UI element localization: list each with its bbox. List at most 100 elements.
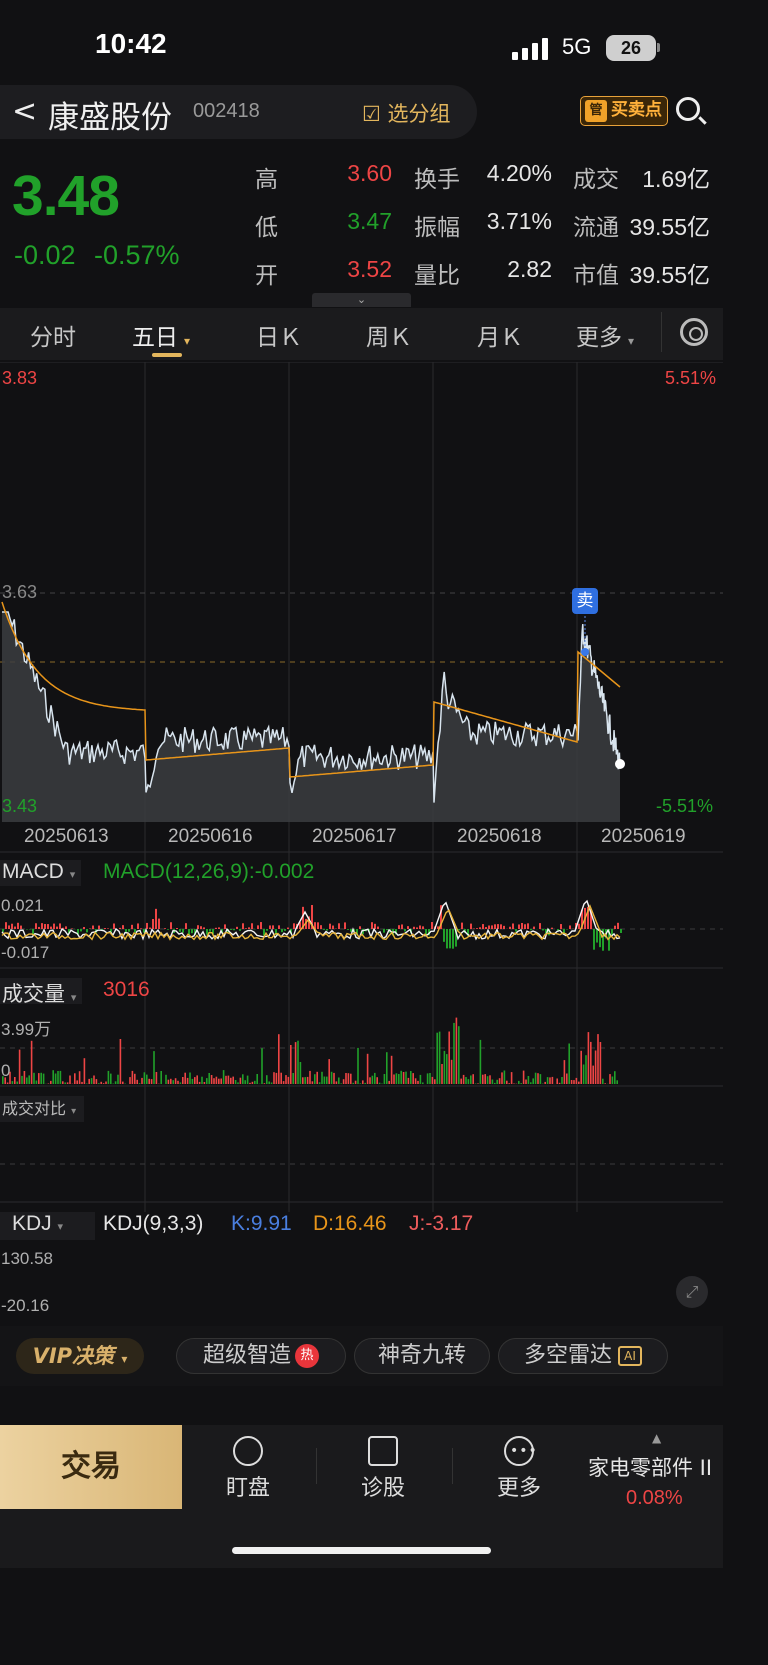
volume-bar: [410, 1071, 412, 1084]
volume-bar: [33, 1072, 35, 1084]
macd-bar: [371, 922, 373, 929]
macd-bar: [401, 924, 403, 929]
macd-bar: [2, 929, 4, 932]
volume-bar: [328, 1059, 330, 1084]
back-icon[interactable]: <: [12, 94, 37, 129]
volume-bar: [330, 1071, 333, 1084]
volume-bar: [482, 1074, 484, 1084]
volume-bar: [117, 1074, 119, 1084]
tab-intraday[interactable]: 分时: [30, 318, 76, 352]
battery-icon: 26: [606, 35, 656, 61]
more-button[interactable]: ••• 更多: [494, 1436, 544, 1502]
volume-bar: [182, 1077, 184, 1084]
fullscreen-icon[interactable]: ⤢: [676, 1276, 708, 1308]
amount-value: 1.69亿: [642, 166, 710, 192]
macd-bar: [131, 924, 133, 929]
volume-bar: [210, 1075, 213, 1084]
macd-bar: [449, 929, 451, 949]
volume-bar: [314, 1074, 316, 1084]
search-icon[interactable]: [676, 97, 700, 121]
sector-name[interactable]: 家电零部件 II: [588, 1452, 712, 1482]
macd-bar: [170, 922, 172, 929]
macd-bar: [8, 925, 10, 929]
volume-selector[interactable]: 成交量 ▾: [0, 978, 83, 1006]
volume-bar: [594, 1050, 597, 1084]
macd-bar: [482, 924, 484, 929]
volume-bar: [59, 1070, 62, 1084]
tab-daily-k[interactable]: 日Ｋ: [256, 318, 302, 352]
macd-bar: [104, 928, 106, 929]
macd-bar: [197, 925, 199, 929]
amount-label: 成交: [573, 167, 619, 193]
select-group-button[interactable]: ☑ 选分组: [362, 98, 451, 128]
volume-bar: [520, 1083, 522, 1084]
macd-bar: [218, 927, 220, 929]
volume-bar: [566, 1073, 568, 1084]
macd-bar: [92, 925, 94, 929]
macd-bar: [134, 929, 136, 933]
macd-bar: [485, 927, 487, 929]
vip-decision-button[interactable]: VIP决策 ▾: [16, 1338, 144, 1374]
sell-marker[interactable]: 卖: [572, 588, 598, 614]
volume-bar: [47, 1083, 50, 1084]
buy-sell-points-button[interactable]: 管买卖点: [580, 96, 668, 126]
volume-bar: [532, 1078, 534, 1084]
volume-bar: [402, 1072, 405, 1084]
macd-bar: [14, 926, 16, 929]
macd-bar: [269, 925, 271, 929]
volume-bar: [458, 1026, 460, 1084]
volume-bar: [141, 1077, 143, 1084]
volume-bar: [434, 1079, 436, 1084]
diagnose-button[interactable]: 诊股: [358, 1436, 408, 1502]
macd-bar: [128, 929, 130, 932]
chart-area[interactable]: [0, 362, 723, 1212]
volume-bar: [537, 1073, 539, 1084]
caret-down-icon: ▾: [70, 992, 77, 1004]
super-manufacture-button[interactable]: 超级智造热: [176, 1338, 346, 1374]
macd-bar: [224, 924, 226, 929]
volume-bar: [266, 1075, 268, 1084]
price-change-pct: -0.57%: [94, 240, 180, 270]
volume-bar: [359, 1083, 362, 1084]
chevron-up-icon[interactable]: ▲: [652, 1431, 661, 1445]
macd-selector[interactable]: MACD ▾: [0, 860, 82, 886]
volume-bar: [196, 1075, 198, 1084]
compare-selector[interactable]: 成交对比 ▾: [0, 1096, 85, 1122]
tab-monthly-k[interactable]: 月Ｋ: [477, 318, 523, 352]
expand-chevron-icon[interactable]: ⌄: [312, 293, 411, 307]
tab-weekly-k[interactable]: 周Ｋ: [366, 318, 412, 352]
tab-five-day[interactable]: 五日 ▾: [132, 318, 190, 352]
volume-bar: [119, 1039, 122, 1084]
volume-bar: [280, 1072, 282, 1084]
volume-bar: [568, 1043, 570, 1084]
macd-bar: [470, 923, 472, 929]
volume-bar: [474, 1083, 477, 1084]
volume-bar: [282, 1081, 285, 1084]
volume-bar: [40, 1072, 42, 1084]
kdj-k: K:9.91: [231, 1212, 292, 1235]
trade-button[interactable]: 交易: [0, 1425, 182, 1509]
volume-bar: [556, 1078, 558, 1084]
stock-name: 康盛股份: [48, 100, 172, 136]
volume-ratio-value: 2.82: [507, 256, 552, 282]
kdj-y-min: -20.16: [1, 1296, 50, 1315]
macd-bar: [239, 929, 241, 931]
volume-bar: [50, 1080, 52, 1084]
volume-bar: [354, 1080, 357, 1084]
watch-button[interactable]: 盯盘: [223, 1436, 273, 1502]
magic-nine-button[interactable]: 神奇九转: [354, 1338, 490, 1374]
volume-bar: [453, 1022, 455, 1084]
turnover-value: 4.20%: [486, 160, 552, 186]
volume-bar: [527, 1076, 530, 1084]
bull-bear-radar-button[interactable]: 多空雷达 AI: [498, 1338, 668, 1374]
volume-bar: [604, 1083, 606, 1084]
macd-bar: [200, 926, 202, 929]
volume-bar: [107, 1070, 110, 1084]
gear-icon[interactable]: [680, 318, 708, 346]
caret-down-icon: ▾: [121, 1352, 128, 1366]
volume-bar: [489, 1075, 491, 1084]
kdj-selector[interactable]: KDJ ▾: [0, 1212, 95, 1240]
tab-more[interactable]: 更多 ▾: [576, 318, 634, 352]
volume-bar: [292, 1073, 294, 1084]
volume-bar: [395, 1073, 398, 1084]
